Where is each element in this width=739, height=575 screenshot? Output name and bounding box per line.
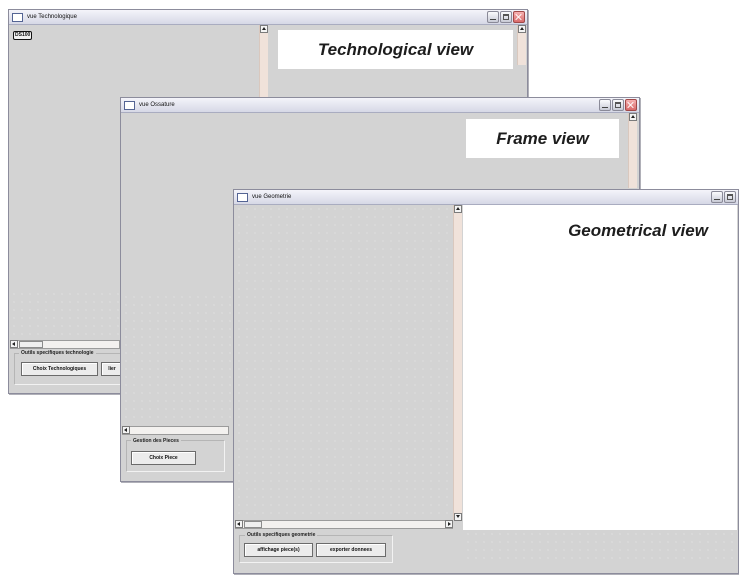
titlebar-technologique[interactable]: vue Technologique [9,10,527,25]
close-icon[interactable] [625,99,637,111]
scroll-left-icon[interactable] [122,426,130,434]
window-controls [599,99,637,111]
horizontal-scrollbar[interactable] [122,426,229,435]
window-title-technologique: vue Technologique [27,14,77,20]
maximize-icon[interactable] [724,191,736,203]
geometry-viewport[interactable] [463,205,737,530]
component-tag[interactable]: DS100 [13,31,33,40]
vertical-scrollbar-right[interactable] [628,113,637,188]
group-label-geometrie: Outils specifiques geometrie [245,532,318,538]
scroll-up-icon[interactable] [518,25,526,33]
maximize-icon[interactable] [612,99,624,111]
window-title-ossature: vue Ossature [139,102,175,108]
scroll-left-icon[interactable] [235,520,243,528]
window-icon [237,193,248,202]
horizontal-scrollbar[interactable] [235,520,453,529]
window-geometrie: vue Geometrie Geometrical view Outils sp… [233,189,739,574]
vertical-scrollbar[interactable] [453,205,462,521]
toolbar-grid-geometrie [464,530,737,560]
canvas-grid-geometrie [235,205,454,520]
window-controls [487,11,525,23]
scroll-up-icon[interactable] [454,205,462,213]
vertical-scrollbar-right[interactable] [517,25,526,65]
scroll-right-icon[interactable] [445,520,453,528]
window-title-geometrie: vue Geometrie [252,194,292,200]
window-controls [711,191,736,203]
window-icon [124,101,135,110]
group-label-technologie: Outils specifiques technologie [19,350,96,356]
maximize-icon[interactable] [500,11,512,23]
window-icon [12,13,23,22]
scroll-up-icon[interactable] [629,113,637,121]
scroll-down-icon[interactable] [454,513,462,521]
close-icon[interactable] [513,11,525,23]
choix-piece-button[interactable]: Choix Piece [131,451,196,465]
scroll-thumb[interactable] [19,341,43,348]
exporter-donnees-button[interactable]: exporter donnees [316,543,386,557]
minimize-icon[interactable] [711,191,723,203]
view-caption-ossature: Frame view [466,119,619,158]
titlebar-ossature[interactable]: vue Ossature [121,98,639,113]
titlebar-geometrie[interactable]: vue Geometrie [234,190,738,205]
minimize-icon[interactable] [487,11,499,23]
affichage-pieces-button[interactable]: affichage piece(s) [244,543,313,557]
view-caption-technologique: Technological view [278,30,513,69]
choix-technologiques-button[interactable]: Choix Technologiques [21,362,98,376]
view-caption-geometrie: Geometrical view [544,218,732,244]
scroll-left-icon[interactable] [10,340,18,348]
scroll-up-icon[interactable] [260,25,268,33]
minimize-icon[interactable] [599,99,611,111]
scroll-thumb[interactable] [244,521,262,528]
group-label-pieces: Gestion des Pieces [131,438,181,444]
horizontal-scrollbar[interactable] [10,340,120,349]
